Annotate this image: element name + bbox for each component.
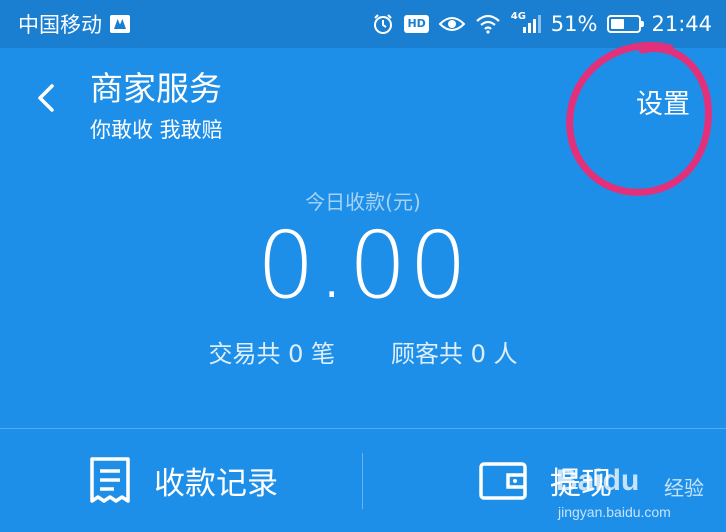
- back-arrow-icon[interactable]: [28, 78, 68, 118]
- withdraw-label: 提现: [550, 466, 612, 502]
- stats-row: 交易共 0 笔 顾客共 0 人: [0, 334, 726, 369]
- settings-button[interactable]: 设置: [636, 82, 690, 121]
- carrier-name: 中国移动: [18, 13, 102, 37]
- receipt-icon: [90, 456, 130, 503]
- battery-icon: [607, 15, 645, 33]
- signal-icon: 4G: [511, 11, 541, 35]
- customer-count: 顾客共 0 人: [391, 340, 518, 368]
- eye-icon: [438, 17, 465, 31]
- carrier-logo-icon: [110, 15, 130, 33]
- today-income-label: 今日收款(元): [305, 190, 421, 214]
- page-subtitle: 你敢收 我敢赔: [90, 118, 223, 142]
- withdraw-button[interactable]: 提现: [478, 429, 612, 532]
- hd-badge: HD: [404, 15, 429, 33]
- page-title: 商家服务: [90, 69, 222, 108]
- today-income-amount: 0.00: [256, 212, 470, 319]
- status-bar: 中国移动 HD 4G 51% 21:44: [0, 0, 726, 48]
- clock: 21:44: [651, 12, 712, 36]
- records-button[interactable]: 收款记录: [88, 429, 278, 532]
- app-header: 商家服务 你敢收 我敢赔 设置: [0, 48, 726, 158]
- transaction-count: 交易共 0 笔: [208, 340, 335, 368]
- wifi-icon: [476, 14, 500, 34]
- records-label: 收款记录: [154, 466, 278, 502]
- battery-percent: 51%: [550, 12, 598, 36]
- bottom-divider: [362, 453, 363, 509]
- alarm-icon: [374, 14, 393, 34]
- bottom-action-bar: 收款记录 提现: [0, 429, 726, 532]
- wallet-icon: [479, 461, 527, 500]
